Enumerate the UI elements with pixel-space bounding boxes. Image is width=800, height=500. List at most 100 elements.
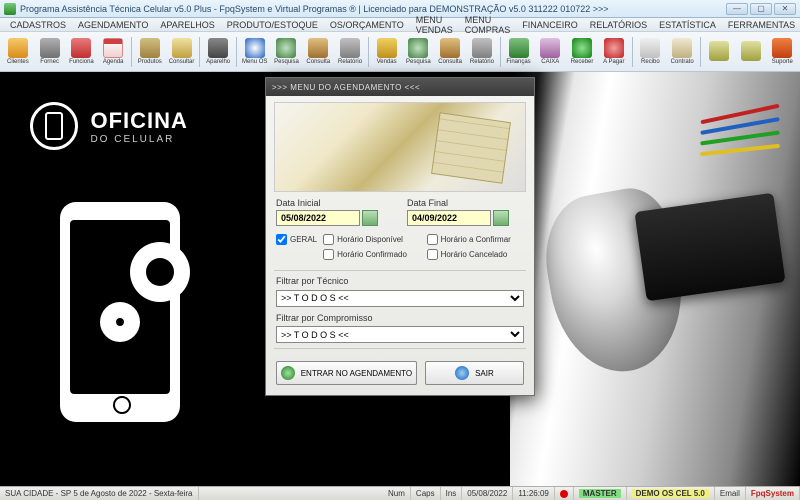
brand-ring-icon [30, 102, 78, 150]
fornec-icon [40, 38, 60, 58]
menu-produto-estoque[interactable]: PRODUTO/ESTOQUE [221, 20, 324, 30]
background-right [510, 72, 800, 486]
toolbar-consulta[interactable]: Consulta [435, 34, 465, 70]
menu-estatistica[interactable]: ESTATÍSTICA [653, 20, 722, 30]
chk-geral[interactable]: GERAL [276, 234, 317, 245]
data-final-input[interactable] [407, 210, 491, 226]
brand-line1: OFICINA [90, 108, 187, 134]
toolbar-consultar[interactable]: Consultar [167, 34, 197, 70]
toolbar-produtos[interactable]: Produtos [135, 34, 165, 70]
toolbar-agenda[interactable]: Agenda [98, 34, 128, 70]
caixa-icon [540, 38, 560, 58]
toolbar-pesquisa[interactable]: Pesquisa [404, 34, 434, 70]
financas-icon [509, 38, 529, 58]
vendas-icon [377, 38, 397, 58]
chk-confirmado[interactable]: Horário Confirmado [323, 249, 420, 260]
menu-os-orcamento[interactable]: OS/ORÇAMENTO [324, 20, 410, 30]
toolbar-funciona[interactable]: Funciona [67, 34, 97, 70]
arrow-right-icon [455, 366, 469, 380]
toolbar-contrato[interactable]: Contrato [667, 34, 697, 70]
menu-relatorios[interactable]: RELATÓRIOS [584, 20, 653, 30]
relatorio-icon [340, 38, 360, 58]
menu-vendas[interactable]: MENU VENDAS [410, 15, 459, 35]
relatorio-icon [472, 38, 492, 58]
aparelho-icon [208, 38, 228, 58]
minimize-button[interactable]: — [726, 3, 748, 15]
menu-cadastros[interactable]: CADASTROS [4, 20, 72, 30]
toolbar-separator [199, 37, 200, 67]
toolbar-clientes[interactable]: Clientes [3, 34, 33, 70]
wires-decor [700, 102, 800, 162]
consulta2-icon [440, 38, 460, 58]
chk-cancelado[interactable]: Horário Cancelado [427, 249, 524, 260]
toolbar-a-pagar[interactable]: A Pagar [599, 34, 629, 70]
toolbar-separator [700, 37, 701, 67]
toolbar-receber[interactable]: Receber [567, 34, 597, 70]
toolbar-aparelho[interactable]: Aparelho [203, 34, 233, 70]
status-ins: Ins [441, 487, 463, 500]
toolbar-relatório[interactable]: Relatório [467, 34, 497, 70]
set-icon [741, 41, 761, 61]
filtro-compromisso-select[interactable]: >> T O D O S << [276, 326, 524, 343]
toolbar-consulta[interactable]: Consulta [303, 34, 333, 70]
arrow-right-icon [281, 366, 295, 380]
menu-aparelhos[interactable]: APARELHOS [154, 20, 220, 30]
calendar-icon[interactable] [493, 210, 509, 226]
receber-icon [572, 38, 592, 58]
menu-financeiro[interactable]: FINANCEIRO [516, 20, 584, 30]
menu-ferramentas[interactable]: FERRAMENTAS [722, 20, 800, 30]
workspace: OFICINA DO CELULAR >>> MENU DO AGENDAMEN… [0, 72, 800, 486]
toolbar-set[interactable] [704, 34, 734, 70]
data-inicial-input[interactable] [276, 210, 360, 226]
brand-line2: DO CELULAR [90, 134, 187, 145]
chk-disponivel[interactable]: Horário Disponível [323, 234, 420, 245]
agendamento-dialog: >>> MENU DO AGENDAMENTO <<< Data Inicial… [265, 77, 535, 396]
apagar-icon [604, 38, 624, 58]
status-db: DEMO OS CEL 5.0 [627, 487, 715, 500]
status-date: 05/08/2022 [462, 487, 513, 500]
status-brand[interactable]: FpqSystem [746, 487, 800, 500]
chk-aconfirmar[interactable]: Horário a Confirmar [427, 234, 524, 245]
toolbar-set[interactable] [736, 34, 766, 70]
set-icon [709, 41, 729, 61]
toolbar-relatório[interactable]: Relatório [335, 34, 365, 70]
dialog-header-image [274, 102, 526, 192]
suporte-icon [772, 38, 792, 58]
toolbar-separator [131, 37, 132, 67]
filtro-tecnico-label: Filtrar por Técnico [276, 276, 524, 286]
toolbar-recibo[interactable]: Recibo [636, 34, 666, 70]
menuos-icon [245, 38, 265, 58]
filtro-tecnico-select[interactable]: >> T O D O S << [276, 290, 524, 307]
brand-logo: OFICINA DO CELULAR [30, 102, 188, 150]
filtro-compromisso-label: Filtrar por Compromisso [276, 313, 524, 323]
status-time: 11:26:09 [513, 487, 555, 500]
sair-button[interactable]: SAIR [425, 361, 524, 385]
maximize-button[interactable]: ▢ [750, 3, 772, 15]
gear-icon [100, 302, 140, 342]
status-email[interactable]: Email [715, 487, 746, 500]
toolbar-pesquisa[interactable]: Pesquisa [272, 34, 302, 70]
toolbar-caixa[interactable]: CAIXA [535, 34, 565, 70]
toolbar-fornec[interactable]: Fornec [35, 34, 65, 70]
contrato-icon [672, 38, 692, 58]
data-inicial-label: Data Inicial [276, 198, 393, 208]
toolbar-menu-os[interactable]: Menu OS [240, 34, 270, 70]
close-button[interactable]: ✕ [774, 3, 796, 15]
agenda-icon [103, 38, 123, 58]
pesquisa-icon [276, 38, 296, 58]
pesquisa-icon [408, 38, 428, 58]
app-icon [4, 3, 16, 15]
toolbar-vendas[interactable]: Vendas [372, 34, 402, 70]
status-location: SUA CIDADE - SP 5 de Agosto de 2022 - Se… [0, 487, 199, 500]
calendar-icon[interactable] [362, 210, 378, 226]
status-indicator [555, 487, 574, 500]
menu-agendamento[interactable]: AGENDAMENTO [72, 20, 154, 30]
toolbar-separator [632, 37, 633, 67]
menu-compras[interactable]: MENU COMPRAS [459, 15, 517, 35]
entrar-agendamento-button[interactable]: ENTRAR NO AGENDAMENTO [276, 361, 417, 385]
toolbar-suporte[interactable]: Suporte [767, 34, 797, 70]
consulta2-icon [308, 38, 328, 58]
toolbar: ClientesFornecFuncionaAgendaProdutosCons… [0, 32, 800, 72]
funcio-icon [71, 38, 91, 58]
toolbar-finanças[interactable]: Finanças [504, 34, 534, 70]
